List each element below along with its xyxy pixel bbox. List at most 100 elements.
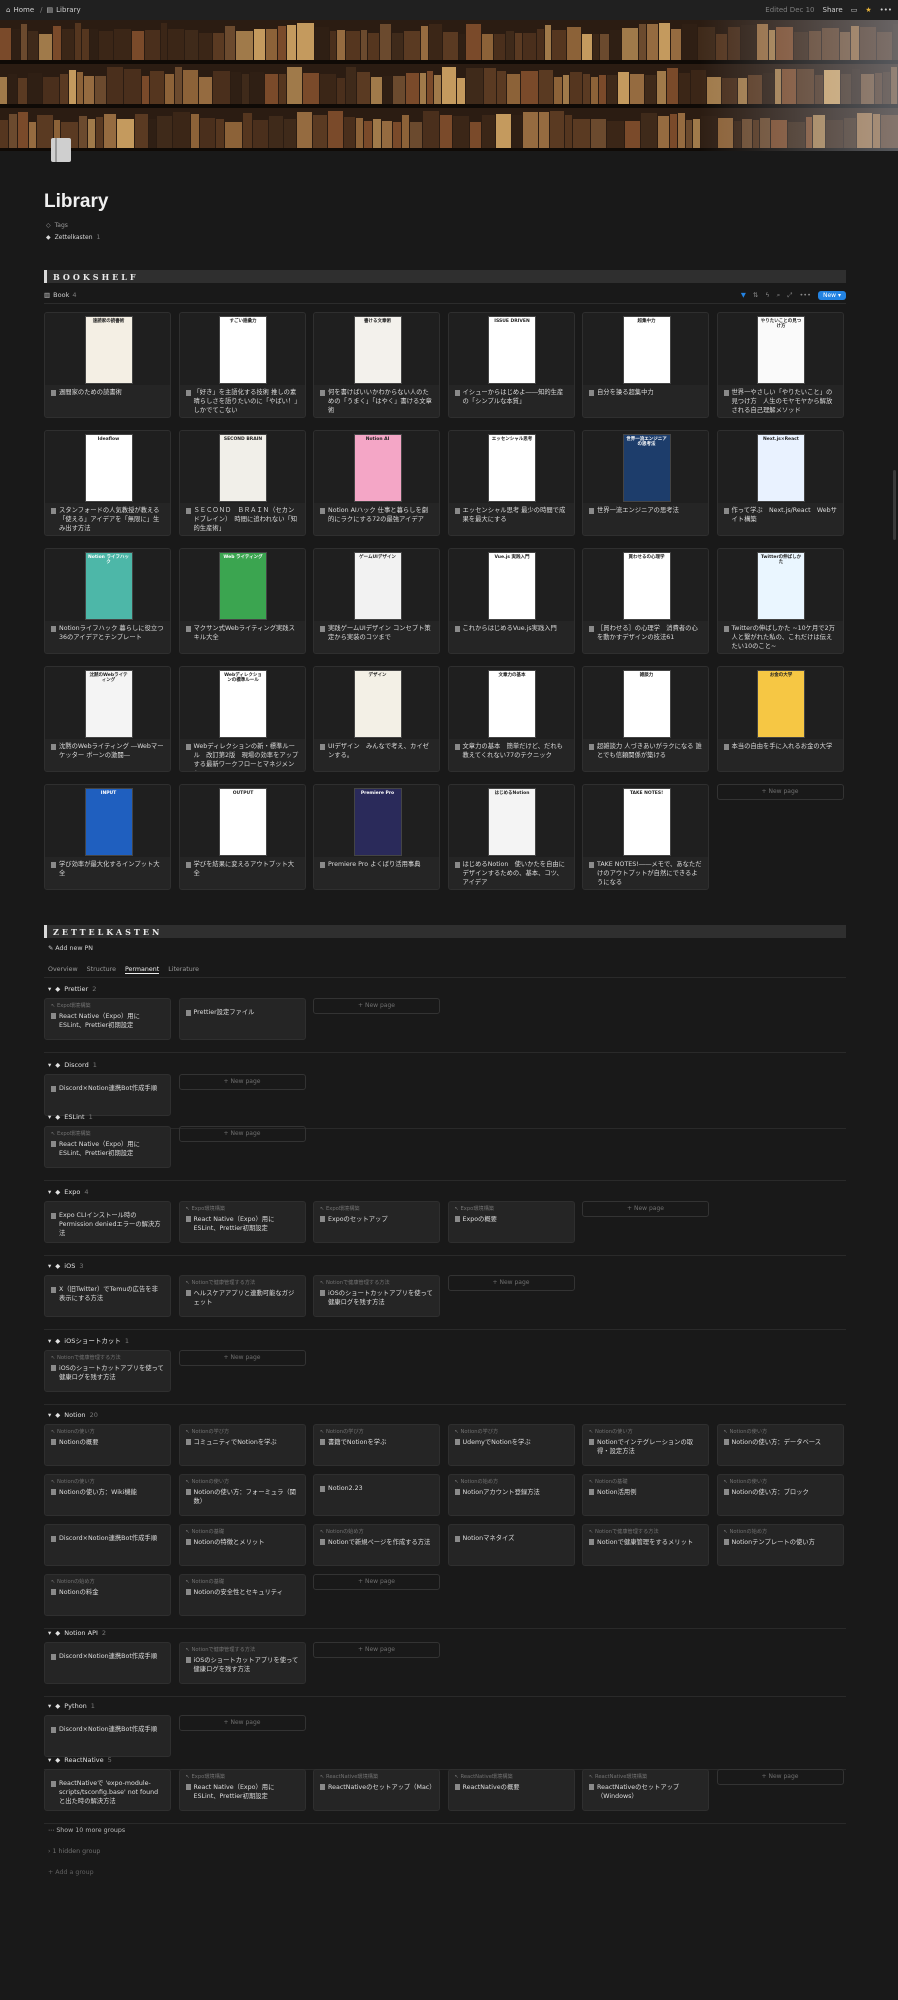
group-header[interactable]: ▾ ◆ Notion 20 <box>48 1411 98 1419</box>
new-page-button[interactable]: + New page <box>313 1574 440 1590</box>
book-card[interactable]: ゲームUIデザイン 実践ゲームUIデザイン コンセプト策定から実装のコツまで <box>313 548 440 654</box>
book-card[interactable]: TAKE NOTES! TAKE NOTES!――メモで、あなただけのアウトプット… <box>582 784 709 890</box>
permanent-note-card[interactable]: ↖ ReactNative環境構築 ReactNativeの概要 <box>447 1769 575 1811</box>
book-card[interactable]: Premiere Pro Premiere Pro よくばり活用事典 <box>313 784 440 890</box>
chevron-down-icon[interactable]: ▾ <box>48 1411 51 1419</box>
permanent-note-card[interactable]: ↖ Notionの基礎 Notion活用例 <box>582 1474 709 1516</box>
permanent-note-card[interactable]: Prettier設定ファイル <box>178 998 306 1040</box>
permanent-note-card[interactable]: ↖ Notionの使い方 Notionでインテグレーションの取得・設定方法 <box>582 1424 709 1466</box>
hidden-group-toggle[interactable]: › 1 hidden group <box>48 1848 100 1856</box>
book-card[interactable]: Ideaflow スタンフォードの人気教授が教える「使える」アイデアを「無限に」生… <box>44 430 171 536</box>
book-card[interactable]: Notion ライフハック Notionライフハック 暮らしに役立つ36のアイデア… <box>44 548 171 654</box>
permanent-note-card[interactable]: ↖ Notionの使い方 Notionの概要 <box>44 1424 171 1466</box>
comment-icon[interactable]: ▭ <box>851 6 858 15</box>
group-header[interactable]: ▾ ◆ ReactNative 5 <box>48 1756 112 1764</box>
book-card[interactable]: 買わせるの心理学 ［買わせる］の心理学 消費者の心を動かすデザインの技法61 <box>582 548 709 654</box>
search-icon[interactable]: ⌕ <box>777 291 781 299</box>
expand-icon[interactable]: ⤢ <box>787 291 792 299</box>
tab-literature[interactable]: Literature <box>168 966 199 974</box>
permanent-note-card[interactable]: ↖ Notionの使い方 Notionの使い方：フォーミュラ（関数） <box>178 1474 306 1516</box>
book-card[interactable]: Twitterの伸ばしかた Twitterの伸ばしかた ~10ケ月で2万人と繋がれ… <box>716 548 844 654</box>
group-header[interactable]: ▾ ◆ Python 1 <box>48 1702 95 1710</box>
permanent-note-card[interactable]: Expo CLIインストール時のPermission deniedエラーの解決方… <box>44 1201 171 1243</box>
permanent-note-card[interactable]: ↖ ReactNative環境構築 ReactNativeのセットアップ（Mac） <box>313 1769 440 1811</box>
tags-property[interactable]: ◇ Tags <box>46 222 68 230</box>
scrollbar[interactable] <box>893 470 896 540</box>
zettelkasten-property[interactable]: ◆ Zettelkasten 1 <box>46 234 100 242</box>
permanent-note-card[interactable]: ↖ Notionで健康管理する方法 iOSのショートカットアプリを使って健康ログを… <box>44 1350 171 1392</box>
tab-structure[interactable]: Structure <box>87 966 116 974</box>
new-button[interactable]: New ▾ <box>817 290 846 301</box>
permanent-note-card[interactable]: ↖ Expo環境構築 React Native（Expo）用にESLint、Pre… <box>44 998 171 1040</box>
filter-icon[interactable]: ▼ <box>741 291 746 299</box>
group-header[interactable]: ▾ ◆ Discord 1 <box>48 1061 97 1069</box>
book-card[interactable]: Web ライティング マクサン式Webライティング実践スキル大全 <box>178 548 306 654</box>
add-group-button[interactable]: + Add a group <box>48 1869 94 1877</box>
book-card[interactable]: やりたいことの見つけ方 世界一やさしい「やりたいこと」の見つけ方 人生のモヤモヤか… <box>716 312 844 418</box>
book-card[interactable]: はじめるNotion はじめるNotion 使いかたを自由にデザインするための、基… <box>447 784 575 890</box>
book-card[interactable]: INPUT 学び効率が最大化するインプット大全 <box>44 784 171 890</box>
permanent-note-card[interactable]: ↖ Notionの学び方 書籍でNotionを学ぶ <box>313 1424 440 1466</box>
chevron-down-icon[interactable]: ▾ <box>48 1629 51 1637</box>
permanent-note-card[interactable]: Discord×Notion連携Bot作成手順 <box>44 1074 171 1116</box>
permanent-note-card[interactable]: ↖ Notionの始め方 Notionの料金 <box>44 1574 171 1616</box>
tab-overview[interactable]: Overview <box>48 966 78 974</box>
book-card[interactable]: 雑談力 超雑談力 人づきあいがラクになる 誰とでも信頼関係が築ける <box>582 666 709 772</box>
chevron-down-icon[interactable]: ▾ <box>48 1702 51 1710</box>
new-page-button[interactable]: + New page <box>313 998 440 1014</box>
permanent-note-card[interactable]: Discord×Notion連携Bot作成手順 <box>44 1642 171 1684</box>
permanent-note-card[interactable]: ↖ Notionの基礎 Notionの安全性とセキュリティ <box>178 1574 306 1616</box>
chevron-down-icon[interactable]: ▾ <box>48 1262 51 1270</box>
new-page-button[interactable]: + New page <box>582 1201 709 1217</box>
permanent-note-card[interactable]: X（旧Twitter）でTemuの広告を非表示にする方法 <box>44 1275 171 1317</box>
chevron-down-icon[interactable]: ▾ <box>48 1337 51 1345</box>
permanent-note-card[interactable]: Discord×Notion連携Bot作成手順 <box>44 1715 171 1757</box>
tab-permanent[interactable]: Permanent <box>124 966 160 975</box>
permanent-note-card[interactable]: ↖ Notionで健康管理する方法 iOSのショートカットアプリを使って健康ログを… <box>178 1642 306 1684</box>
permanent-note-card[interactable]: ReactNativeで 'expo-module-scripts/tsconf… <box>44 1769 171 1811</box>
book-card[interactable]: お金の大学 本当の自由を手に入れるお金の大学 <box>716 666 844 772</box>
book-card[interactable]: 書ける文章術 何を書けばいいかわからない人のための「うまく」「はやく」書ける文章術 <box>313 312 440 418</box>
permanent-note-card[interactable]: ↖ ReactNative環境構築 ReactNativeのセットアップ（Wind… <box>582 1769 709 1811</box>
permanent-note-card[interactable]: Notion2.23 <box>313 1474 440 1516</box>
show-more-groups[interactable]: ⋯ Show 10 more groups <box>48 1827 125 1835</box>
permanent-note-card[interactable]: ↖ Expo環境構築 Expoの概要 <box>447 1201 575 1243</box>
group-header[interactable]: ▾ ◆ iOS 3 <box>48 1262 83 1270</box>
breadcrumb-home[interactable]: ⌂ Home <box>6 6 34 15</box>
group-header[interactable]: ▾ ◆ Notion API 2 <box>48 1629 106 1637</box>
group-header[interactable]: ▾ ◆ ESLint 1 <box>48 1113 93 1121</box>
book-card[interactable]: OUTPUT 学びを結果に変えるアウトプット大全 <box>178 784 306 890</box>
permanent-note-card[interactable]: ↖ Notionの始め方 Notionテンプレートの使い方 <box>716 1524 844 1566</box>
new-page-button[interactable]: + New page <box>178 1350 306 1366</box>
permanent-note-card[interactable]: ↖ Notionの使い方 Notionの使い方：ブロック <box>716 1474 844 1516</box>
permanent-note-card[interactable]: ↖ Notionの始め方 Notionアカウント登録方法 <box>447 1474 575 1516</box>
book-card[interactable]: Notion AI Notion AIハック 仕事と暮らしを劇的にラクにする72の… <box>313 430 440 536</box>
new-page-button[interactable]: + New page <box>178 1715 306 1731</box>
permanent-note-card[interactable]: ↖ Expo環境構築 React Native（Expo）用にESLint、Pre… <box>178 1201 306 1243</box>
permanent-note-card[interactable]: ↖ Notionの使い方 Notionの使い方：Wiki機能 <box>44 1474 171 1516</box>
add-new-pn-button[interactable]: ✎ Add new PN <box>48 945 93 953</box>
view-tab-book[interactable]: ▥ Book 4 <box>44 291 76 299</box>
permanent-note-card[interactable]: ↖ Notionの基礎 Notionの特徴とメリット <box>178 1524 306 1566</box>
permanent-note-card[interactable]: ↖ Expo環境構築 React Native（Expo）用にESLint、Pre… <box>44 1126 171 1168</box>
new-page-button[interactable]: + New page <box>447 1275 575 1291</box>
book-card[interactable]: 速読家の読書術 週間家のための読書術 <box>44 312 171 418</box>
book-card[interactable]: 超集中力 自分を操る超集中力 <box>582 312 709 418</box>
book-card[interactable]: 世界一流エンジニアの思考法 世界一流エンジニアの思考法 <box>582 430 709 536</box>
automation-icon[interactable]: ϟ <box>765 291 769 299</box>
breadcrumb-library[interactable]: ▤ Library <box>46 6 80 15</box>
more-icon[interactable]: ••• <box>880 6 892 15</box>
new-page-button[interactable]: + New page <box>716 784 844 800</box>
chevron-down-icon[interactable]: ▾ <box>48 1061 51 1069</box>
new-page-button[interactable]: + New page <box>716 1769 844 1785</box>
permanent-note-card[interactable]: ↖ Expo環境構築 React Native（Expo）用にESLint、Pre… <box>178 1769 306 1811</box>
star-icon[interactable]: ★ <box>865 6 871 15</box>
book-card[interactable]: Vue.js 実践入門 これからはじめるVue.js実践入門 <box>447 548 575 654</box>
book-card[interactable]: Webディレクションの標準ルール Webディレクションの新・標準ルール 改訂第2版… <box>178 666 306 772</box>
book-card[interactable]: デザイン UIデザイン みんなで考え、カイゼンする。 <box>313 666 440 772</box>
book-card[interactable]: エッセンシャル思考 エッセンシャル思考 最少の時間で成果を最大にする <box>447 430 575 536</box>
chevron-down-icon[interactable]: ▾ <box>48 1188 51 1196</box>
permanent-note-card[interactable]: Notionマネタイズ <box>447 1524 575 1566</box>
book-card[interactable]: 沈黙のWebライティング 沈黙のWebライティング ―Webマーケッター ボーンの… <box>44 666 171 772</box>
new-page-button[interactable]: + New page <box>313 1642 440 1658</box>
